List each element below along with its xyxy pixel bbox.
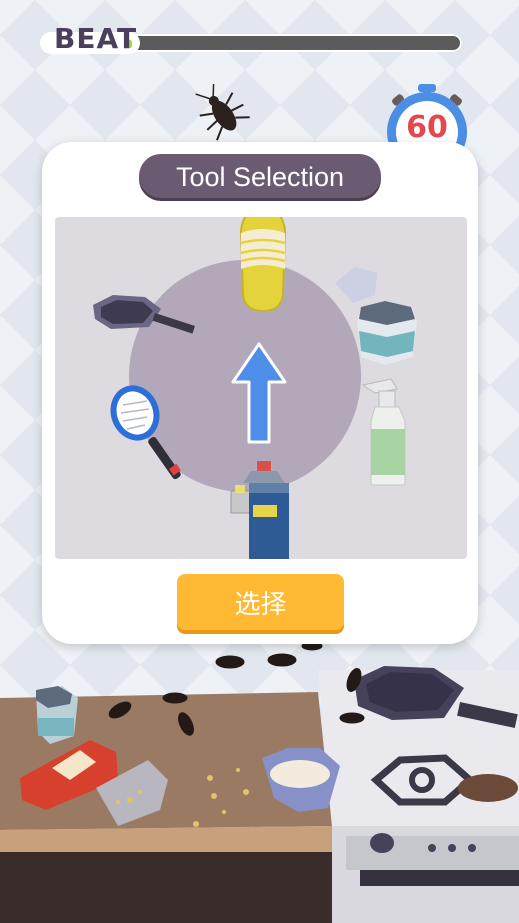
jar-icon bbox=[335, 267, 417, 365]
beat-track bbox=[120, 34, 462, 52]
title-pill: Tool Selection bbox=[139, 154, 381, 198]
tool-powder-jar[interactable] bbox=[331, 265, 423, 369]
tool-frying-pan[interactable] bbox=[91, 291, 199, 341]
electric-swatter-icon bbox=[110, 385, 181, 480]
tool-electric-swatter[interactable] bbox=[107, 383, 187, 487]
panel-title: Tool Selection bbox=[175, 162, 345, 192]
select-button[interactable]: 选择 bbox=[177, 574, 344, 630]
beat-progress-bar: BEAT bbox=[40, 22, 465, 56]
spray-bottle-icon bbox=[361, 378, 406, 486]
tool-spray-bottle[interactable] bbox=[361, 377, 411, 489]
kitchen-counter-scene bbox=[0, 641, 519, 923]
beat-label: BEAT bbox=[54, 22, 138, 55]
spray-can-icon bbox=[230, 461, 289, 559]
timer-value: 60 bbox=[406, 110, 448, 145]
tool-slipper[interactable] bbox=[233, 217, 293, 313]
frying-pan-icon bbox=[93, 295, 195, 334]
selector-arrow-icon bbox=[231, 342, 287, 444]
tool-wheel-stage bbox=[55, 217, 467, 559]
slipper-icon bbox=[239, 217, 287, 313]
cockroach-icon bbox=[195, 84, 250, 141]
tool-bug-spray-can[interactable] bbox=[229, 461, 297, 559]
tool-selection-panel: Tool Selection 选择 bbox=[42, 142, 478, 644]
select-button-label: 选择 bbox=[234, 590, 287, 620]
